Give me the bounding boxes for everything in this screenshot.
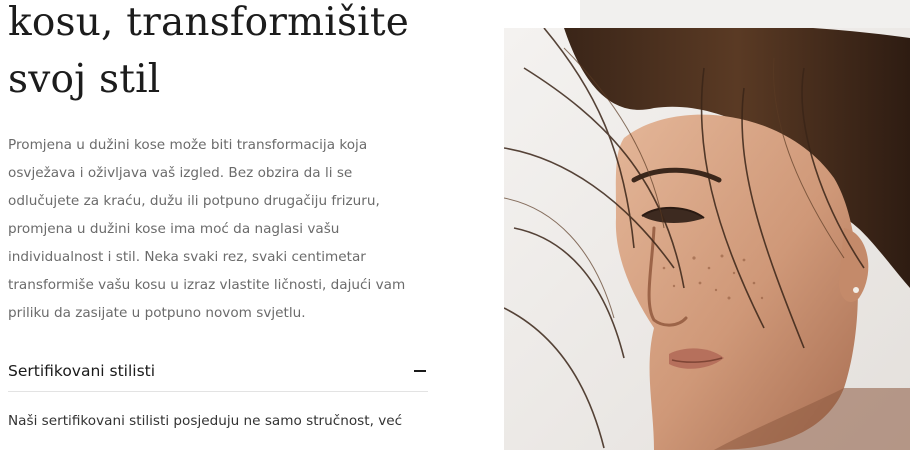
accordion-divider xyxy=(8,391,428,392)
accordion-title: Sertifikovani stilisti xyxy=(8,362,156,380)
accordion: Sertifikovani stilisti Naši sertifikovan… xyxy=(8,353,428,435)
headline-line-1: kosu, transformišite xyxy=(8,0,409,45)
minus-icon[interactable] xyxy=(414,370,426,372)
paragraph-line: promjena u dužini kose ima moć da naglas… xyxy=(8,221,340,237)
model-portrait-image xyxy=(504,28,910,450)
accordion-header-certified-stylists[interactable]: Sertifikovani stilisti xyxy=(8,353,428,389)
paragraph-line: osvježava i oživljava vaš izgled. Bez ob… xyxy=(8,165,353,181)
portrait-illustration xyxy=(504,28,910,450)
paragraph-line: Promjena u dužini kose može biti transfo… xyxy=(8,137,368,153)
intro-paragraph: Promjena u dužini kose može biti transfo… xyxy=(8,131,426,327)
page-headline: kosu, transformišite svoj stil xyxy=(8,0,430,108)
paragraph-line: transformiše vašu kosu u izraz vlastite … xyxy=(8,277,406,293)
paragraph-line: priliku da zasijate u potpuno novom svje… xyxy=(8,305,306,321)
paragraph-line: odlučujete za kraću, dužu ili potpuno dr… xyxy=(8,193,380,209)
content-section: kosu, transformišite svoj stil Promjena … xyxy=(8,0,430,435)
headline-line-2: svoj stil xyxy=(8,57,161,102)
decorative-background-panel xyxy=(580,0,910,30)
accordion-body-text: Naši sertifikovani stilisti posjeduju ne… xyxy=(8,413,403,429)
paragraph-line: individualnost i stil. Neka svaki rez, s… xyxy=(8,249,366,265)
